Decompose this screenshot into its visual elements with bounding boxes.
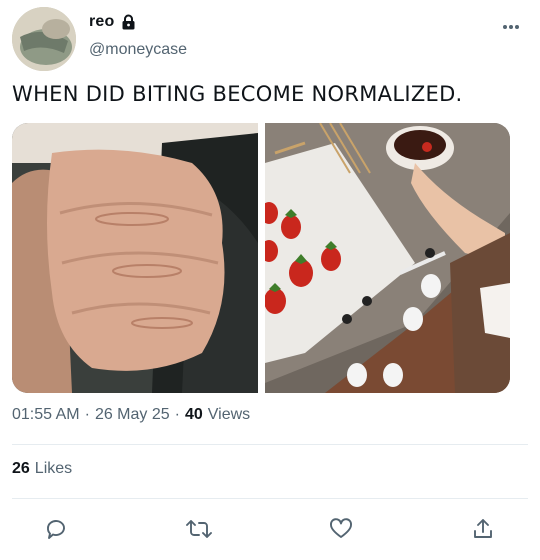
likes-count[interactable]: 26: [12, 460, 30, 478]
tweet-time[interactable]: 01:55 AM: [12, 406, 80, 424]
tweet-text: WHEN DID BITING BECOME NORMALIZED.: [12, 82, 463, 106]
meta-separator: ·: [84, 406, 90, 423]
meta-separator: ·: [174, 406, 180, 423]
views-label: Views: [207, 406, 251, 423]
divider: [12, 444, 528, 445]
avatar-image: [12, 7, 76, 71]
share-icon[interactable]: [470, 516, 496, 542]
chocolate-strawberries-photo[interactable]: [264, 123, 511, 393]
reply-icon[interactable]: [43, 516, 69, 542]
tweet-actions: [0, 516, 540, 542]
views-count: 40: [184, 406, 203, 423]
divider: [12, 498, 528, 499]
retweet-icon[interactable]: [186, 516, 212, 542]
more-icon[interactable]: [502, 19, 520, 29]
lock-icon: [121, 14, 136, 30]
heart-icon[interactable]: [328, 516, 354, 542]
likes-label[interactable]: Likes: [35, 460, 72, 478]
author-name-row[interactable]: reo: [89, 13, 136, 31]
author-handle[interactable]: @moneycase: [89, 41, 187, 59]
bite-marks-hand-photo[interactable]: [12, 123, 258, 393]
tweet-date[interactable]: 26 May 25: [95, 406, 170, 424]
tweet-meta: 01:55 AM · 26 May 25 · 40 Views: [12, 406, 250, 424]
likes-row[interactable]: 26 Likes: [12, 460, 72, 478]
avatar[interactable]: [12, 7, 76, 71]
tweet-media: [12, 123, 510, 393]
display-name[interactable]: reo: [89, 13, 115, 31]
